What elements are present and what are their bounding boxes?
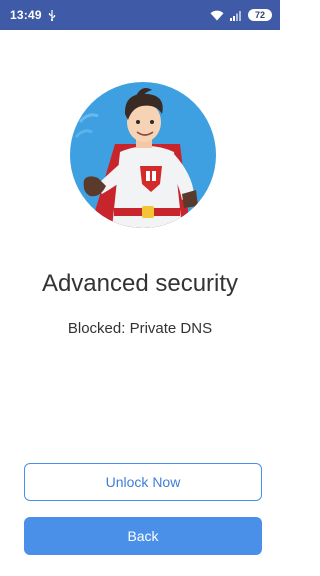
back-button[interactable]: Back <box>24 517 262 555</box>
unlock-now-label: Unlock Now <box>105 474 181 490</box>
page-title: Advanced security <box>41 270 239 297</box>
unlock-now-button[interactable]: Unlock Now <box>24 463 262 501</box>
blocked-reason-text: Blocked: Private DNS <box>67 320 213 337</box>
superhero-illustration <box>70 82 216 228</box>
status-right: 72 <box>210 9 272 21</box>
status-bar: 13:49 72 <box>0 0 280 30</box>
wifi-icon <box>210 10 224 21</box>
battery-level: 72 <box>254 10 265 20</box>
usb-icon <box>48 9 56 21</box>
status-left: 13:49 <box>10 8 56 22</box>
screen: 13:49 72 Advanced security Blocked: Priv… <box>0 0 280 576</box>
status-time: 13:49 <box>10 8 42 22</box>
cellular-signal-icon <box>230 10 242 21</box>
battery-icon: 72 <box>248 9 272 21</box>
back-label: Back <box>127 528 159 544</box>
